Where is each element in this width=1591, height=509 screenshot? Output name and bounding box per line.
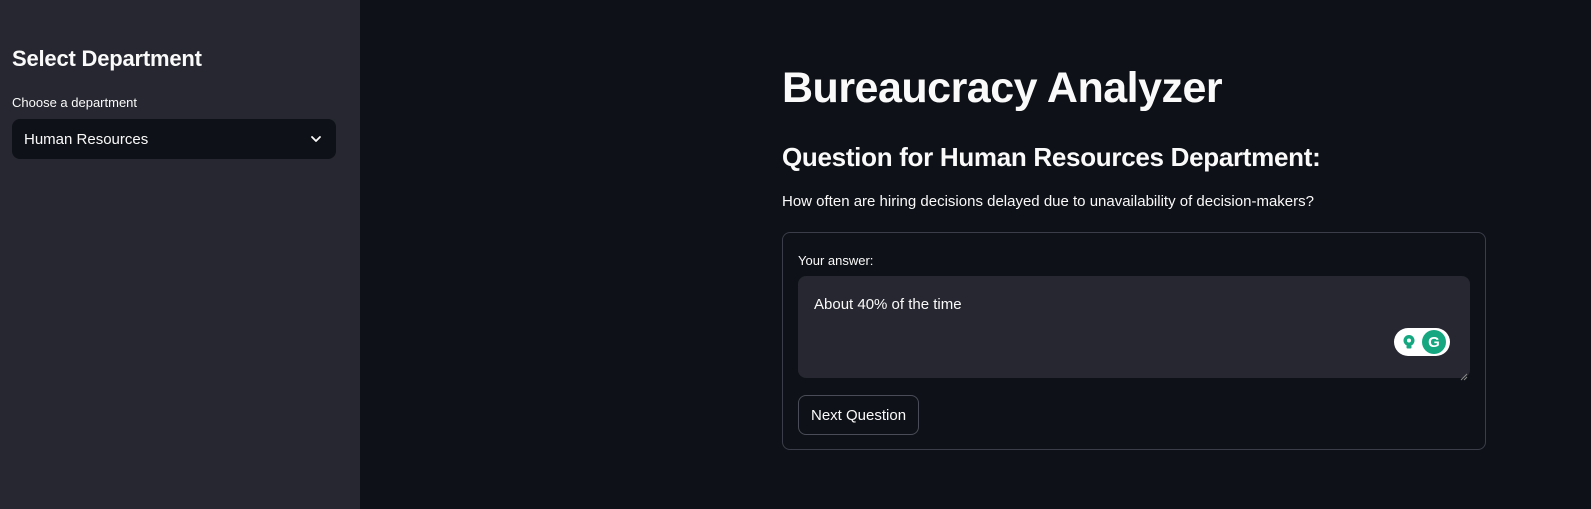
- grammarly-icon[interactable]: G: [1422, 330, 1446, 354]
- question-heading: Question for Human Resources Department:: [782, 142, 1321, 172]
- resize-handle-icon[interactable]: [1460, 368, 1468, 381]
- grammarly-widget[interactable]: G: [1394, 328, 1450, 356]
- chevron-down-icon: [308, 131, 324, 147]
- sidebar-title: Select Department: [12, 46, 202, 71]
- main-content: Bureaucracy Analyzer Question for Human …: [360, 0, 1591, 509]
- department-select-label: Choose a department: [12, 95, 138, 110]
- answer-form: Your answer: About 40% of the time G Nex…: [782, 232, 1486, 450]
- answer-label: Your answer:: [798, 253, 874, 268]
- sidebar: Select Department Choose a department Hu…: [0, 0, 360, 509]
- department-select[interactable]: Human Resources: [12, 119, 336, 159]
- answer-text: About 40% of the time: [814, 296, 962, 313]
- question-text: How often are hiring decisions delayed d…: [782, 193, 1314, 210]
- next-question-button[interactable]: Next Question: [798, 395, 920, 435]
- lightbulb-icon[interactable]: [1398, 331, 1420, 353]
- answer-textarea[interactable]: About 40% of the time G: [798, 276, 1470, 381]
- department-select-value: Human Resources: [24, 130, 149, 148]
- page-title: Bureaucracy Analyzer: [782, 64, 1223, 112]
